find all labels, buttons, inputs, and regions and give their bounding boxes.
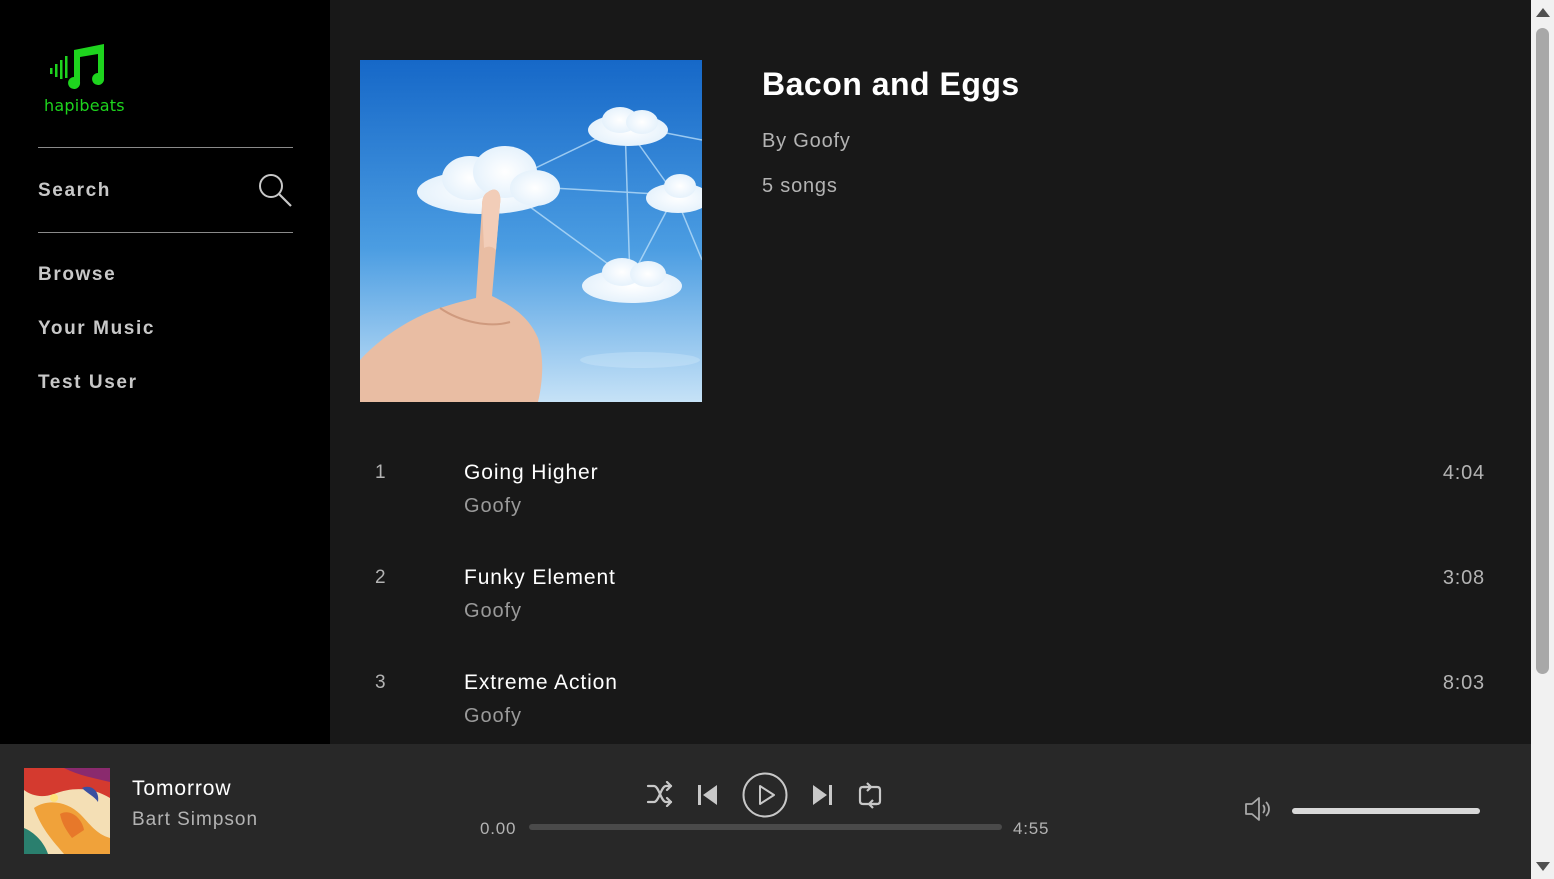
track-number: 2 <box>375 567 386 588</box>
album-cover <box>360 60 702 402</box>
total-time: 4:55 <box>1013 819 1050 838</box>
album-title: Bacon and Eggs <box>762 66 1020 102</box>
now-playing-art <box>24 768 110 854</box>
track-row[interactable]: 1 Going Higher Goofy 4:04 <box>360 445 1485 550</box>
current-time: 0.00 <box>480 819 517 838</box>
player-bar: Tomorrow Bart Simpson 0.00 4:55 <box>0 744 1531 879</box>
shuffle-icon[interactable] <box>646 781 674 807</box>
sidebar-search-label: Search <box>38 180 111 201</box>
now-playing-title[interactable]: Tomorrow <box>132 777 231 801</box>
now-playing-artist[interactable]: Bart Simpson <box>132 809 258 831</box>
track-artist: Goofy <box>464 600 522 622</box>
track-row[interactable]: 3 Extreme Action Goofy 8:03 <box>360 655 1485 744</box>
music-note-signal-icon <box>50 44 105 89</box>
scroll-down-arrow-icon[interactable] <box>1536 862 1550 871</box>
previous-icon[interactable] <box>696 783 720 807</box>
track-list: 1 Going Higher Goofy 4:04 2 Funky Elemen… <box>360 445 1485 744</box>
track-number: 1 <box>375 462 386 483</box>
volume-fill <box>1292 808 1480 814</box>
main-content: Bacon and Eggs By Goofy 5 songs 1 Going … <box>330 0 1531 744</box>
divider <box>38 232 293 233</box>
album-artist[interactable]: By Goofy <box>762 130 851 153</box>
track-row[interactable]: 2 Funky Element Goofy 3:08 <box>360 550 1485 655</box>
album-song-count: 5 songs <box>762 175 838 197</box>
divider <box>38 147 293 148</box>
progress-bar[interactable] <box>529 824 1002 830</box>
search-icon[interactable] <box>257 172 293 208</box>
sidebar: hapibeats Search Browse Your Music Test … <box>0 0 330 744</box>
track-artist: Goofy <box>464 705 522 727</box>
scrollbar-thumb[interactable] <box>1536 28 1549 674</box>
speaker-icon[interactable] <box>1244 794 1274 824</box>
brand-name: hapibeats <box>44 96 125 115</box>
track-number: 3 <box>375 672 386 693</box>
sidebar-search[interactable]: Search <box>38 170 293 210</box>
scrollbar[interactable] <box>1531 0 1554 879</box>
track-title: Funky Element <box>464 566 616 589</box>
track-title: Going Higher <box>464 461 599 484</box>
brand-logo[interactable]: hapibeats <box>44 44 134 120</box>
sidebar-item-test-user[interactable]: Test User <box>38 372 138 394</box>
volume-slider[interactable] <box>1292 808 1480 814</box>
sidebar-item-browse[interactable]: Browse <box>38 264 116 286</box>
play-icon[interactable] <box>741 771 789 819</box>
track-title: Extreme Action <box>464 671 618 694</box>
track-artist: Goofy <box>464 495 522 517</box>
repeat-icon[interactable] <box>857 781 883 809</box>
next-icon[interactable] <box>810 783 834 807</box>
scroll-up-arrow-icon[interactable] <box>1536 8 1550 17</box>
track-duration: 4:04 <box>1442 462 1485 484</box>
sidebar-item-your-music[interactable]: Your Music <box>38 318 155 340</box>
track-duration: 8:03 <box>1442 672 1485 694</box>
track-duration: 3:08 <box>1442 567 1485 589</box>
